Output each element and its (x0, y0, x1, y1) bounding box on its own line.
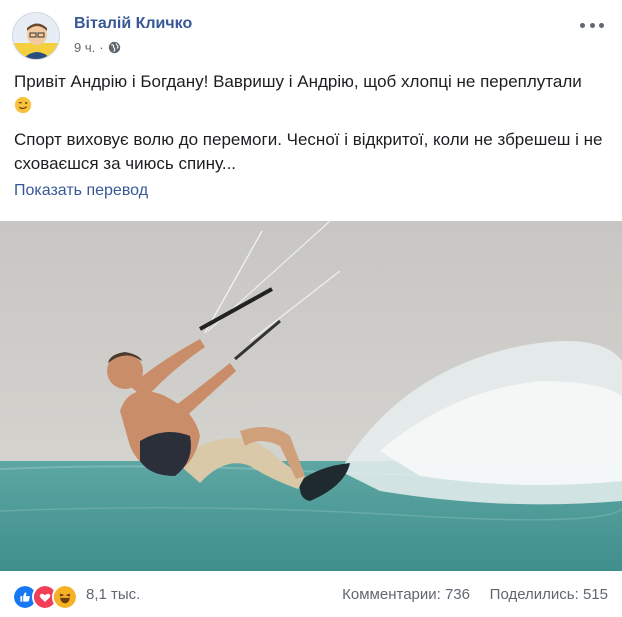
post-text-paragraph2: Спорт виховує волю до перемоги. Чесної і… (14, 130, 603, 173)
reaction-count[interactable]: 8,1 тыс. (86, 586, 140, 603)
wink-emoji-icon (14, 96, 32, 114)
reactions-summary[interactable] (12, 584, 78, 610)
shares-count[interactable]: Поделились: 515 (490, 586, 608, 603)
post-text-line1: Привіт Андрію і Богдану! Вавришу і Андрі… (14, 70, 608, 118)
post-photo[interactable] (0, 221, 622, 571)
show-translation-link[interactable]: Показать перевод (14, 182, 148, 200)
haha-icon (52, 584, 78, 610)
globe-icon (108, 41, 120, 54)
meta-separator: · (99, 40, 104, 55)
comments-count[interactable]: Комментарии: 736 (342, 586, 470, 603)
author-avatar[interactable] (12, 12, 60, 60)
post-meta: 9 ч. · (74, 40, 121, 55)
post-footer: 8,1 тыс. Комментарии: 736 Поделились: 51… (0, 572, 622, 617)
more-options-icon[interactable] (580, 18, 604, 32)
author-name[interactable]: Віталій Кличко (74, 15, 192, 33)
post-text: Привіт Андрію і Богдану! Вавришу і Андрі… (14, 72, 582, 91)
post-timestamp[interactable]: 9 ч. (74, 40, 95, 55)
post-header: Віталій Кличко 9 ч. · (12, 12, 610, 62)
